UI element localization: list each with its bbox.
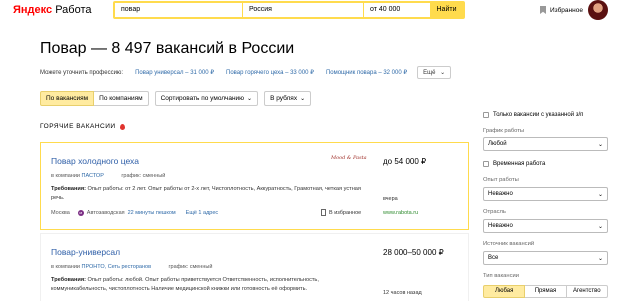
hot-label: ГОРЯЧИЕ ВАКАНСИИ: [40, 123, 116, 130]
vacancy-salary: 28 000–50 000 ₽: [383, 248, 444, 257]
source-select[interactable]: Все ⌄: [483, 251, 608, 265]
checkbox-icon: [483, 112, 489, 118]
requirements-label: Требования:: [51, 277, 86, 283]
schedule-value: Любой: [488, 141, 507, 147]
metro-icon: м: [77, 210, 84, 216]
region-input[interactable]: Россия: [243, 3, 363, 17]
salary-input[interactable]: от 40 000: [364, 3, 430, 17]
vacancy-requirements: Требования: Опыт работы: от 2 лет. Опыт …: [51, 185, 361, 202]
search-button[interactable]: Найти: [430, 3, 463, 17]
search-input[interactable]: повар: [115, 3, 242, 17]
logo[interactable]: Яндекс Работа: [13, 4, 92, 16]
company-prefix: в компании: [51, 173, 80, 179]
chevron-down-icon: ⌄: [597, 192, 603, 198]
vacancy-salary: до 54 000 ₽: [383, 157, 427, 166]
bookmark-icon: [540, 6, 546, 14]
bookmark-icon: [321, 209, 326, 216]
chevron-down-icon: ⌄: [247, 96, 253, 102]
logo-service: Работа: [55, 4, 92, 16]
favorites-link[interactable]: Избранное: [540, 6, 583, 14]
schedule-select[interactable]: Любой ⌄: [483, 137, 608, 151]
vacancy-location: Москва м Автозаводская 22 минуты пешком …: [51, 210, 218, 216]
salary-only-checkbox[interactable]: Только вакансии с указанной з/п: [483, 112, 583, 118]
checkbox-icon: [483, 161, 489, 167]
more-professions-button[interactable]: Ещё ⌄: [417, 66, 452, 79]
sort-label: Сортировать по умолчанию: [160, 95, 245, 102]
temporary-work-label: Временная работа: [493, 161, 546, 167]
experience-select[interactable]: Неважно ⌄: [483, 187, 608, 201]
source-value: Все: [488, 255, 499, 261]
profession-link[interactable]: Повар универсал – 31 000 ₽: [135, 69, 214, 76]
profession-link[interactable]: Повар горячего цеха – 33 000 ₽: [226, 69, 314, 76]
view-toggle: По вакансиям По компаниям: [40, 91, 149, 106]
experience-filter-label: Опыт работы: [483, 177, 519, 183]
more-addresses-link[interactable]: Ещё 1 адрес: [186, 210, 219, 216]
flame-icon: [119, 123, 125, 130]
salary-only-label: Только вакансии с указанной з/п: [493, 112, 584, 118]
vacancy-requirements: Требования: Опыт работы: любой. Опыт раб…: [51, 276, 361, 293]
currency-label: В рублях: [270, 95, 298, 102]
clarify-label: Можете уточнить профессию:: [40, 69, 124, 76]
page-title: Повар — 8 497 вакансий в России: [40, 40, 295, 57]
industry-filter-label: Отрасль: [483, 209, 506, 215]
search-bar: повар Россия от 40 000 Найти: [113, 1, 465, 19]
temporary-work-checkbox[interactable]: Временная работа: [483, 161, 545, 167]
employer-type-label: Тип вакансии: [483, 273, 519, 279]
schedule-filter-label: График работы: [483, 128, 525, 134]
header: Яндекс Работа повар Россия от 40 000 Най…: [0, 0, 623, 22]
by-companies-button[interactable]: По компаниям: [94, 91, 149, 106]
city: Москва: [51, 210, 70, 216]
vacancy-card[interactable]: Повар холодного цеха Mood & Pasta до 54 …: [40, 142, 469, 230]
schedule: график: сменный: [168, 264, 213, 270]
vacancy-card[interactable]: Повар-универсал 28 000–50 000 ₽ в компан…: [40, 233, 469, 301]
vacancy-date: вчера: [383, 196, 398, 202]
employer-any-button[interactable]: Любая: [483, 285, 526, 298]
employer-agency-button[interactable]: Агентство: [566, 285, 608, 298]
hot-vacancies-heading: ГОРЯЧИЕ ВАКАНСИИ: [40, 123, 125, 130]
company-link[interactable]: ПРОНТО, Сеть ресторанов: [82, 264, 151, 270]
logo-yandex: Яндекс: [13, 4, 53, 16]
employer-type-toggle: Любая Прямая Агентство: [483, 285, 608, 298]
chevron-down-icon: ⌄: [597, 224, 603, 230]
add-to-favorites-label: В избранное: [329, 209, 362, 216]
source-filter-label: Источник вакансий: [483, 241, 535, 247]
by-vacancies-button[interactable]: По вакансиям: [40, 91, 95, 106]
schedule: график: сменный: [121, 173, 166, 179]
add-to-favorites-button[interactable]: В избранное: [321, 209, 361, 216]
result-controls: По вакансиям По компаниям Сортировать по…: [40, 91, 312, 106]
experience-value: Неважно: [488, 191, 513, 197]
requirements-text: Опыт работы: любой. Опыт работы приветст…: [51, 277, 319, 292]
currency-dropdown[interactable]: В рублях ⌄: [264, 91, 312, 106]
company-prefix: в компании: [51, 264, 80, 270]
vacancy-title[interactable]: Повар-универсал: [51, 247, 120, 257]
requirements-text: Опыт работы: от 2 лет. Опыт работы от 2-…: [51, 186, 361, 201]
chevron-down-icon: ⌄: [597, 256, 603, 262]
vacancy-company-line: в компании ПРОНТО, Сеть ресторанов графи…: [51, 264, 212, 270]
vacancy-title[interactable]: Повар холодного цеха: [51, 156, 139, 166]
more-label: Ещё: [423, 70, 436, 76]
industry-select[interactable]: Неважно ⌄: [483, 219, 608, 233]
vacancy-date: 12 часов назад: [383, 290, 422, 296]
sort-dropdown[interactable]: Сортировать по умолчанию ⌄: [154, 91, 259, 106]
chevron-down-icon: ⌄: [440, 70, 446, 76]
chevron-down-icon: ⌄: [300, 96, 306, 102]
avatar[interactable]: [588, 0, 608, 20]
company-logo: Mood & Pasta: [331, 155, 367, 161]
favorites-label: Избранное: [550, 6, 583, 14]
industry-value: Неважно: [488, 223, 513, 229]
company-link[interactable]: ПАСТОР: [82, 173, 104, 179]
metro-station: Автозаводская: [86, 210, 125, 216]
walk-distance: 22 минуты пешком: [127, 210, 176, 216]
profession-link[interactable]: Помощник повара – 32 000 ₽: [326, 69, 407, 76]
chevron-down-icon: ⌄: [597, 142, 603, 148]
vacancy-company-line: в компании ПАСТОР график: сменный: [51, 173, 165, 179]
profession-suggestions: Можете уточнить профессию: Повар универс…: [40, 66, 452, 79]
employer-direct-button[interactable]: Прямая: [525, 285, 567, 298]
requirements-label: Требования:: [51, 186, 86, 192]
vacancy-source[interactable]: www.rabota.ru: [383, 210, 418, 216]
